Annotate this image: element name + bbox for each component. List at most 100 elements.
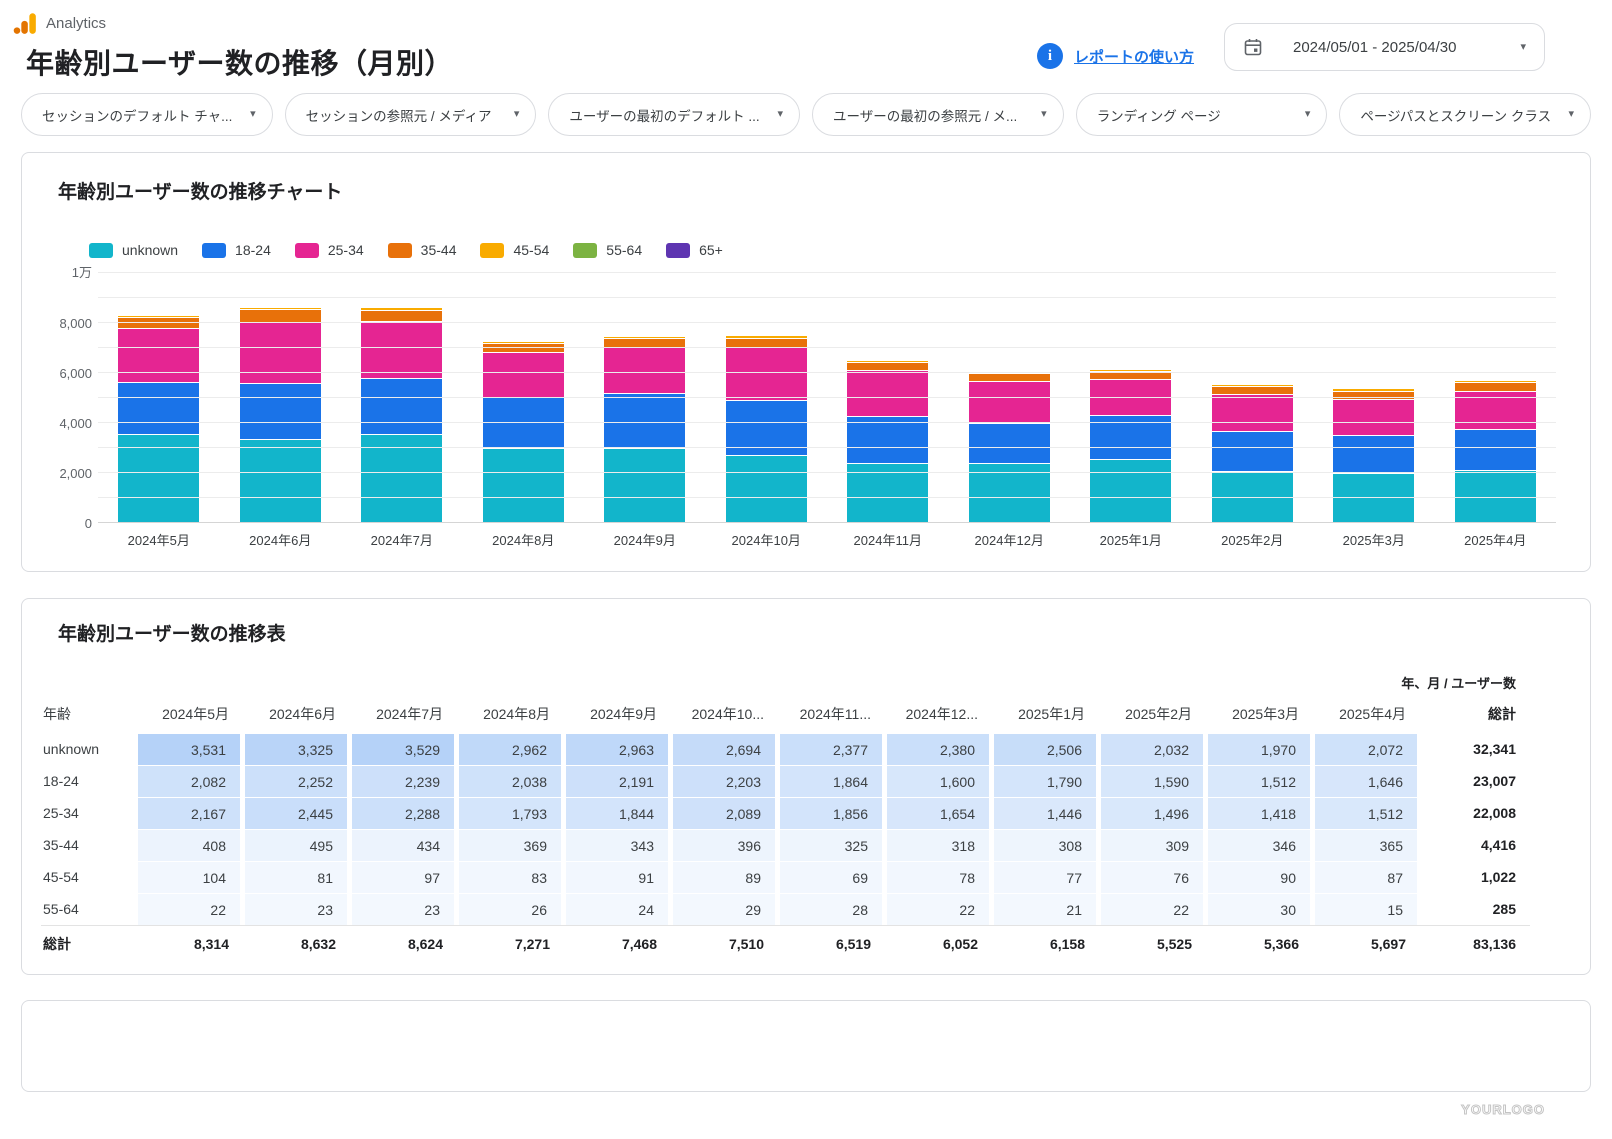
filter-chip-5[interactable]: ランディング ページ ▾ [1075,93,1328,136]
filter-chip-2[interactable]: セッションの参照元 / メディア ▾ [284,93,537,136]
date-range-picker[interactable]: 2024/05/01 - 2025/04/30 ▾ [1224,23,1545,71]
table-cell: 1,654 [885,797,992,829]
table-cell: 1,512 [1206,765,1313,797]
table-cell: 26 [457,893,564,925]
legend-item-35-44[interactable]: 35-44 [387,242,456,258]
stacked-bar-2025年4月 [1454,380,1536,523]
bar-segment-unknown[interactable] [361,434,443,523]
bar-segment-unknown[interactable] [1090,460,1172,523]
row-label: 18-24 [43,773,79,789]
bar-segment-18-24[interactable] [118,382,200,435]
legend-item-65+[interactable]: 65+ [666,242,723,258]
bar-segment-unknown[interactable] [725,455,807,523]
bar-segment-35-44[interactable] [482,343,564,354]
legend-item-unknown[interactable]: unknown [89,242,178,258]
table-cell: 1,446 [992,797,1099,829]
table-cell: 2,380 [885,733,992,765]
grand-total-cell: 6,519 [778,925,885,961]
stacked-bar-2024年10月 [725,335,807,523]
bar-segment-25-34[interactable] [239,322,321,384]
filter-chip-3[interactable]: ユーザーの最初のデフォルト ... ▾ [548,93,801,136]
bar-slot [341,273,463,523]
table-header-month[interactable]: 2025年2月 [1099,700,1206,733]
brand-name: Analytics [46,14,107,32]
date-range-value: 2024/05/01 - 2025/04/30 [1293,38,1457,56]
bar-segment-35-44[interactable] [118,318,200,329]
bar-segment-18-24[interactable] [1333,435,1415,474]
legend-item-45-54[interactable]: 45-54 [480,242,549,258]
bar-segment-35-44[interactable] [239,310,321,323]
legend-item-18-24[interactable]: 18-24 [202,242,271,258]
bar-segment-35-44[interactable] [968,374,1050,383]
bar-segment-25-34[interactable] [1333,400,1415,436]
table-cell: 2,072 [1313,733,1420,765]
bar-segment-18-24[interactable] [1211,432,1293,473]
table-header-total[interactable]: 総計 [1420,700,1530,733]
table-header-month[interactable]: 2025年4月 [1313,700,1420,733]
gridline [98,422,1556,423]
table-header-month[interactable]: 2025年1月 [992,700,1099,733]
table-cell: 91 [564,861,671,893]
table-cell: 22 [1099,893,1206,925]
row-label: 45-54 [43,869,79,885]
x-axis-label: 2024年9月 [613,533,676,548]
bar-segment-unknown[interactable] [1333,473,1415,523]
bar-segment-unknown[interactable] [239,439,321,523]
table-cell: 2,288 [350,797,457,829]
table-header-dimension[interactable]: 年齢 [41,700,136,733]
bar-segment-35-44[interactable] [361,310,443,322]
legend-label: 18-24 [235,242,271,258]
bar-segment-25-34[interactable] [118,328,200,383]
bar-segment-25-34[interactable] [1211,395,1293,433]
help-link[interactable]: レポートの使い方 [1074,46,1194,67]
bar-segment-25-34[interactable] [847,370,929,418]
y-axis-tick-label: 6,000 [59,366,92,381]
table-cell: 369 [457,829,564,861]
filter-chip-1[interactable]: セッションのデフォルト チャ... ▾ [21,93,273,136]
table-header-month[interactable]: 2024年10... [671,700,778,733]
table-header-month[interactable]: 2024年12... [885,700,992,733]
calendar-icon [1244,39,1262,56]
table-header-month[interactable]: 2024年7月 [350,700,457,733]
filter-chip-4[interactable]: ユーザーの最初の参照元 / メ... ▾ [812,93,1064,136]
grand-total-cell: 8,314 [136,925,243,961]
table-header-month[interactable]: 2024年5月 [136,700,243,733]
row-total-cell: 1,022 [1480,869,1516,885]
bar-segment-25-34[interactable] [361,321,443,379]
bar-segment-18-24[interactable] [1454,430,1536,472]
table-cell: 3,531 [136,733,243,765]
x-axis-label: 2024年8月 [492,533,555,548]
bar-segment-35-44[interactable] [1211,387,1293,396]
bar-segment-25-34[interactable] [968,382,1050,424]
empty-panel [21,1000,1591,1092]
bar-segment-18-24[interactable] [361,378,443,435]
table-cell: 77 [992,861,1099,893]
filter-chip-6[interactable]: ページパスとスクリーン クラス ▾ [1339,93,1592,136]
row-label: 25-34 [43,805,79,821]
table-cell: 2,038 [457,765,564,797]
bar-segment-35-44[interactable] [1454,383,1536,393]
bar-segment-unknown[interactable] [482,448,564,523]
bar-segment-25-34[interactable] [725,348,807,401]
bar-segment-unknown[interactable] [604,448,686,523]
bar-segment-18-24[interactable] [847,417,929,464]
data-table-wrap: 年齢 2024年5月 2024年6月 2024年7月 2024年8月 2024年9月 202… [41,700,1530,961]
bar-segment-25-34[interactable] [482,353,564,398]
table-header-month[interactable]: 2024年6月 [243,700,350,733]
table-cell: 2,032 [1099,733,1206,765]
chevron-down-icon: ▾ [513,108,520,120]
table-header-month[interactable]: 2024年9月 [564,700,671,733]
table-cell: 2,506 [992,733,1099,765]
legend-item-25-34[interactable]: 25-34 [294,242,364,258]
info-icon[interactable]: i [1037,43,1063,69]
bar-segment-35-44[interactable] [847,362,929,371]
table-header-month[interactable]: 2024年11... [778,700,885,733]
table-header-month[interactable]: 2025年3月 [1206,700,1313,733]
legend-item-55-64[interactable]: 55-64 [573,242,642,258]
bar-segment-18-24[interactable] [968,423,1050,464]
bar-segment-18-24[interactable] [239,383,321,440]
stacked-bar-2025年2月 [1211,384,1293,523]
bar-segment-18-24[interactable] [482,397,564,449]
table-header-month[interactable]: 2024年8月 [457,700,564,733]
chart-title: 年齢別ユーザー数の推移チャート [58,182,343,203]
